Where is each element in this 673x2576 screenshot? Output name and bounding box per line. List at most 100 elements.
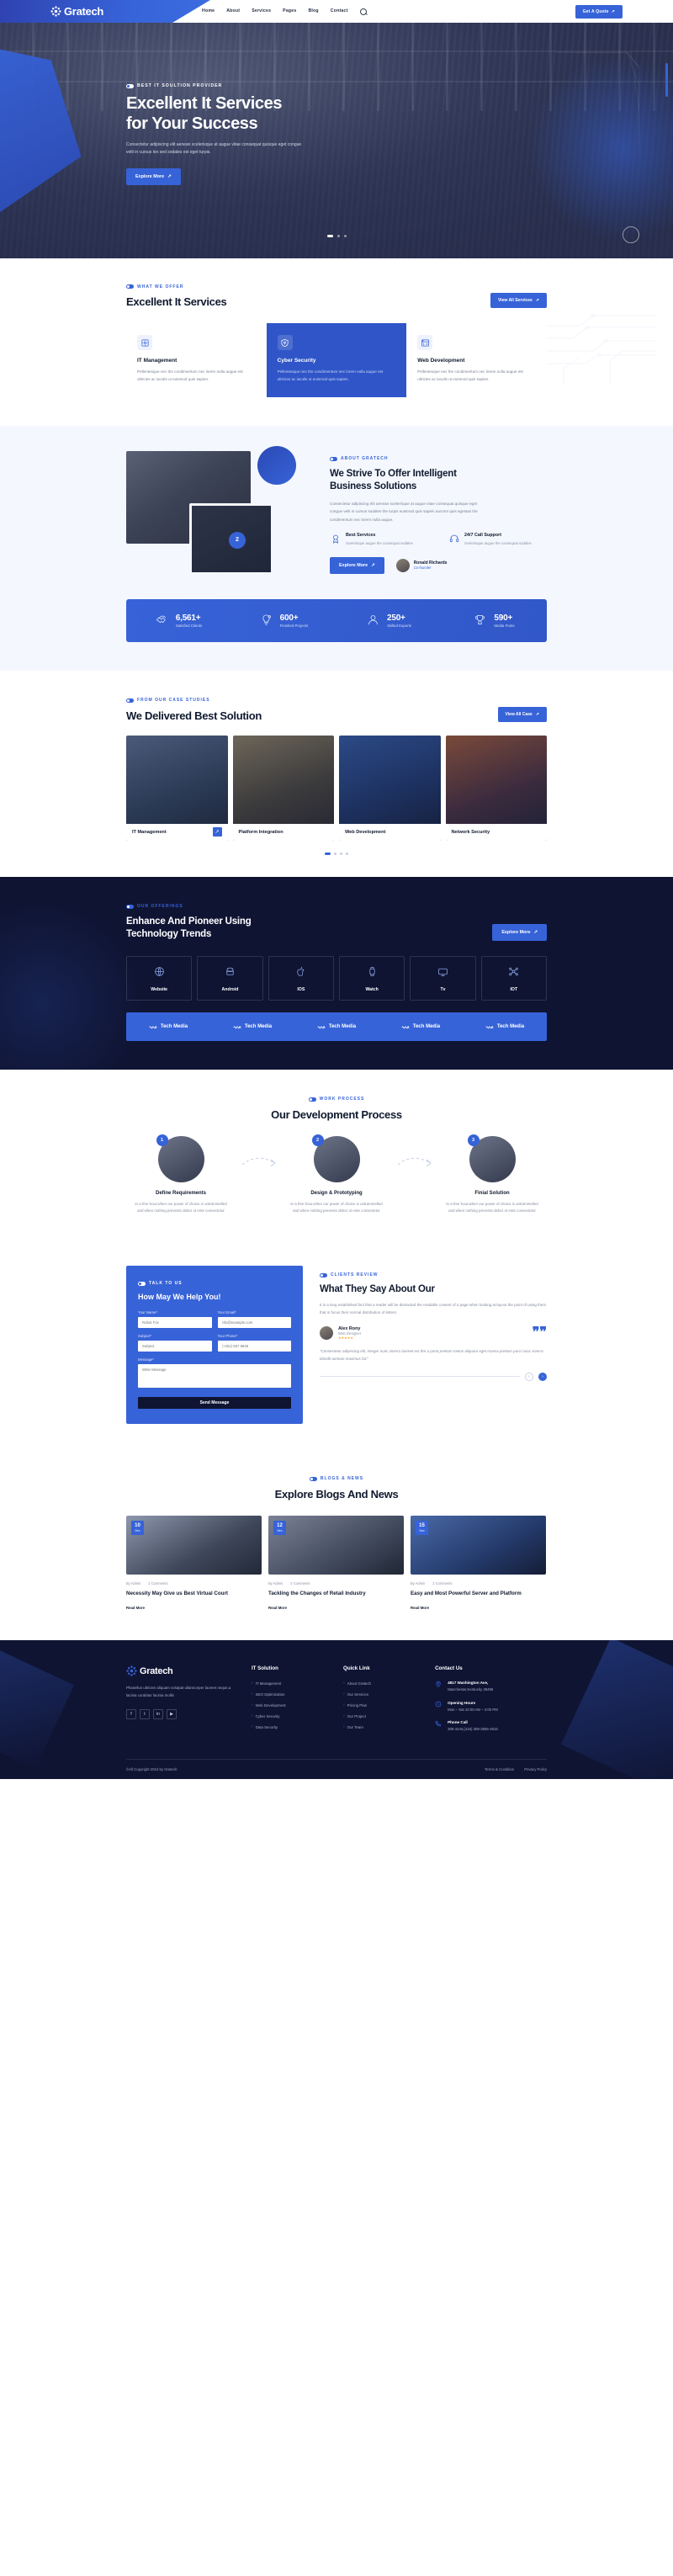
name-input[interactable]	[138, 1316, 212, 1328]
cases-dot-3[interactable]	[340, 852, 342, 855]
tech-item-watch[interactable]: Watch	[338, 955, 405, 1001]
footer-link-our-project[interactable]: Our Project	[343, 1713, 421, 1718]
post-thumbnail: 15 Dec	[411, 1515, 546, 1575]
hero-eyebrow-label: BEST IT SOULTION PROVIDER	[137, 83, 223, 88]
testimonial-prev-button[interactable]: ‹	[525, 1372, 533, 1381]
linkedin-icon[interactable]: in	[153, 1708, 163, 1719]
feature-title: Best Services	[346, 532, 376, 538]
message-input[interactable]	[138, 1363, 291, 1388]
service-card-web-development[interactable]: Web Development Pellentesque nec the con…	[406, 323, 547, 397]
footer-logo[interactable]: Gratech	[126, 1665, 238, 1676]
site-logo[interactable]: Gratech	[50, 5, 160, 18]
privacy-link[interactable]: Privacy Policy	[524, 1767, 547, 1771]
post-date-badge: 15 Dec	[416, 1520, 428, 1535]
subject-input[interactable]	[138, 1340, 212, 1352]
footer-column-quick-link: Quick Link About Gratech Our Services Pr…	[343, 1665, 421, 1740]
get-a-quote-button[interactable]: Get A Quote ↗	[575, 4, 623, 19]
hero-scroll-indicator[interactable]	[665, 63, 668, 97]
cases-dot-1[interactable]	[325, 852, 331, 855]
footer-socials: f t in ▶	[126, 1708, 238, 1719]
footer-link-pricing-plan[interactable]: Pricing Plan	[343, 1702, 421, 1708]
facebook-icon[interactable]: f	[126, 1708, 136, 1719]
nav-item-about[interactable]: About	[226, 8, 240, 15]
trophy-icon	[474, 613, 489, 629]
testimonial-eyebrow: CLIENTS REVIEW	[320, 1272, 379, 1277]
about-title-line1: We Strive To Offer Intelligent	[330, 468, 457, 479]
footer-link-our-team[interactable]: Our Team	[343, 1724, 421, 1729]
youtube-icon[interactable]: ▶	[167, 1708, 177, 1719]
testimonial-eyebrow-label: CLIENTS REVIEW	[331, 1272, 379, 1278]
send-message-button[interactable]: Send Message	[138, 1396, 291, 1409]
cases-dot-4[interactable]	[346, 852, 348, 855]
blog-title: Explore Blogs And News	[274, 1487, 399, 1500]
hero-explore-button[interactable]: Explore More ↗	[126, 167, 181, 185]
view-all-cases-button[interactable]: View All Case ↗	[497, 706, 547, 722]
tech-item-iot[interactable]: IOT	[480, 955, 547, 1001]
case-studies-section: FROM OUR CASE STUDIES We Delivered Best …	[0, 670, 673, 877]
footer-contact-title: Contact Us	[435, 1665, 463, 1672]
service-card-cyber-security[interactable]: Cyber Security Pellentesque nec the cond…	[266, 323, 407, 397]
footer-link-web-development[interactable]: Web Development	[252, 1702, 330, 1708]
blog-post-2[interactable]: 12 Dec By Admin 2 Comments Tackling the …	[268, 1515, 404, 1612]
footer-link-cyber-security[interactable]: Cyber Security	[252, 1713, 330, 1718]
about-experience-badge: 2	[229, 531, 246, 549]
phone-text[interactable]: 306-4444,(415) 308-3555-4515	[448, 1726, 498, 1733]
case-card-platform-integration[interactable]: Platform Integration	[232, 735, 334, 841]
about-title: We Strive To Offer Intelligent Business …	[330, 468, 554, 493]
arrow-right-icon: ↗	[535, 711, 539, 717]
twitter-icon[interactable]: t	[140, 1708, 150, 1719]
post-title[interactable]: Tackling the Changes of Retail Industry	[268, 1590, 404, 1597]
blog-post-1[interactable]: 10 Dec By Admin 2 Comments Necessity May…	[126, 1515, 262, 1612]
trends-explore-button[interactable]: Explore More ↗	[492, 923, 547, 941]
hero-dot-3[interactable]	[343, 235, 347, 237]
phone-input[interactable]	[217, 1340, 291, 1352]
footer-link-about-gratech[interactable]: About Gratech	[343, 1681, 421, 1686]
tech-item-tv[interactable]: Tv	[410, 955, 476, 1001]
email-input[interactable]	[217, 1316, 291, 1328]
media-label: Tech Media	[496, 1023, 525, 1029]
footer-link-it-management[interactable]: IT Management	[252, 1681, 330, 1686]
post-month: Dec	[419, 1528, 425, 1532]
cases-dot-2[interactable]	[334, 852, 336, 855]
nav-item-home[interactable]: Home	[202, 8, 215, 15]
hero-dot-1[interactable]	[326, 235, 333, 237]
nav-item-contact[interactable]: Contact	[331, 8, 348, 15]
tech-item-website[interactable]: Website	[126, 955, 193, 1001]
read-more-link[interactable]: Read More	[268, 1606, 287, 1610]
nav-item-blog[interactable]: Blog	[308, 8, 318, 15]
contact-title: How May We Help You!	[138, 1292, 221, 1301]
post-title[interactable]: Necessity May Give us Best Virtual Court	[126, 1590, 262, 1597]
about-images: 2	[126, 445, 311, 577]
terms-link[interactable]: Terms & Condition	[485, 1767, 514, 1771]
read-more-link[interactable]: Read More	[411, 1606, 429, 1610]
tech-item-android[interactable]: Android	[197, 955, 263, 1001]
view-all-services-button[interactable]: View All Services ↗	[490, 293, 547, 308]
case-card-it-management[interactable]: IT Management ↗	[126, 735, 228, 841]
handshake-icon	[156, 613, 171, 629]
contact-testimonial-section: TALK TO US How May We Help You! Your Nam…	[0, 1243, 673, 1453]
blog-post-3[interactable]: 15 Dec By Admin 2 Comments Easy and Most…	[411, 1515, 546, 1612]
about-feature-best-services: Best Services Scelerisque augue the cons…	[330, 533, 435, 547]
case-card-web-development[interactable]: Web Development	[339, 735, 441, 841]
read-more-link[interactable]: Read More	[126, 1606, 145, 1610]
hero-slider-dots[interactable]	[0, 235, 673, 237]
site-footer: Gratech Phasellus ultricies aliquam volu…	[0, 1640, 673, 1779]
about-explore-button[interactable]: Explore More ↗	[330, 556, 384, 574]
main-nav: Home About Services Pages Blog Contact	[202, 8, 367, 15]
cases-slider-dots[interactable]	[126, 852, 547, 855]
case-card-network-security[interactable]: Network Security	[445, 735, 547, 841]
service-card-it-management[interactable]: IT Management Pellentesque nec the condi…	[126, 323, 267, 397]
footer-link-seo-optimization[interactable]: SEO Optimization	[252, 1692, 330, 1697]
hero-dot-2[interactable]	[336, 235, 340, 237]
post-title[interactable]: Easy and Most Powerful Server and Platfo…	[411, 1590, 546, 1597]
testimonial-next-button[interactable]: ›	[538, 1372, 547, 1381]
tech-item-ios[interactable]: IOS	[268, 955, 334, 1001]
search-icon[interactable]	[359, 8, 367, 15]
counter-value: 590+	[494, 613, 513, 623]
footer-link-our-services[interactable]: Our Services	[343, 1692, 421, 1697]
nav-item-services[interactable]: Services	[252, 8, 271, 15]
footer-link-data-security[interactable]: Data Security	[252, 1724, 330, 1729]
tech-label: Android	[221, 986, 239, 992]
nav-item-pages[interactable]: Pages	[283, 8, 296, 15]
arrow-up-right-icon[interactable]: ↗	[212, 827, 222, 837]
